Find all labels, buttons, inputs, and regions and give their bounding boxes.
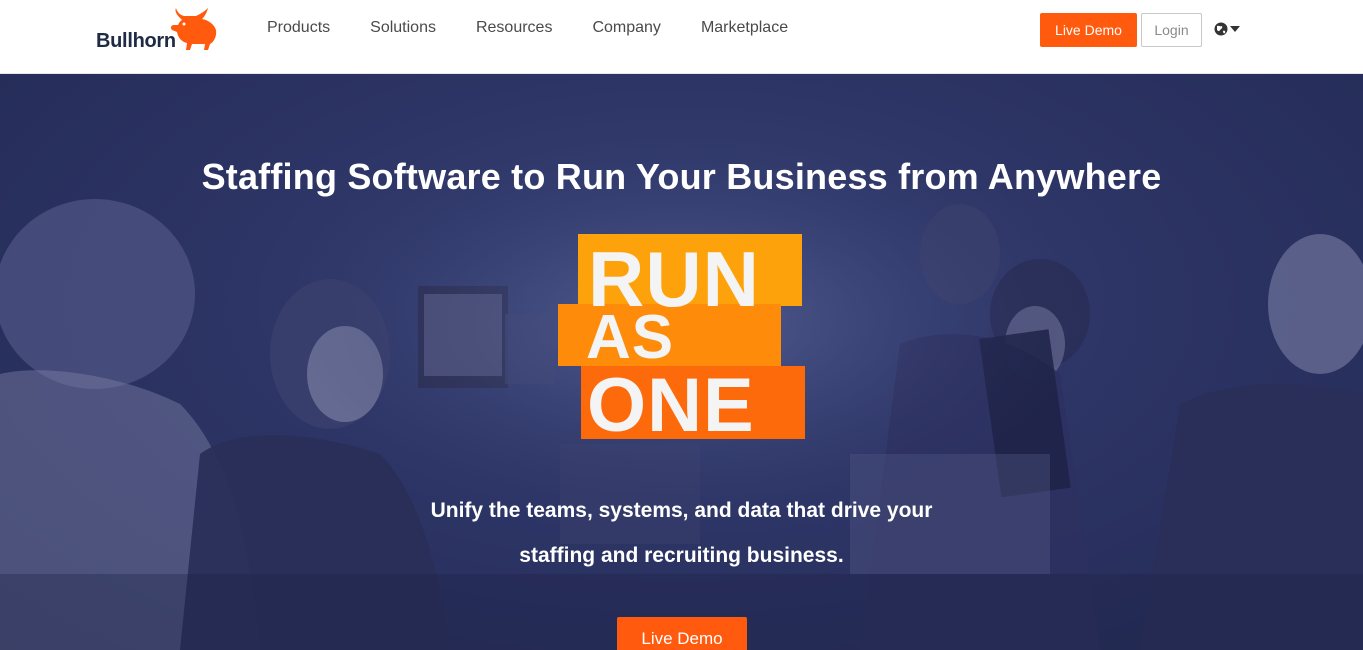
nav-item-solutions[interactable]: Solutions — [370, 19, 436, 37]
nav-item-resources[interactable]: Resources — [476, 19, 552, 37]
hero-title: Staffing Software to Run Your Business f… — [201, 156, 1162, 197]
hero-live-demo-button[interactable]: Live Demo — [617, 617, 747, 650]
nav-item-products[interactable]: Products — [267, 19, 330, 37]
chevron-down-icon — [1230, 26, 1240, 32]
nav-item-company[interactable]: Company — [592, 19, 660, 37]
bull-icon — [170, 8, 217, 50]
nav-item-marketplace[interactable]: Marketplace — [701, 19, 788, 37]
hero-subtitle-line2: staffing and recruiting business. — [519, 544, 844, 567]
live-demo-button[interactable]: Live Demo — [1040, 13, 1137, 47]
login-button[interactable]: Login — [1141, 13, 1202, 47]
main-nav: Products Solutions Resources Company Mar… — [267, 0, 828, 56]
hero-subtitle-line1: Unify the teams, systems, and data that … — [430, 499, 933, 522]
language-selector[interactable] — [1213, 20, 1243, 38]
tagline-one: ONE — [587, 363, 755, 448]
hero-section: Staffing Software to Run Your Business f… — [0, 74, 1363, 650]
site-header: Bullhorn Products Solutions Resources Co… — [0, 0, 1363, 74]
bullhorn-logo[interactable]: Bullhorn — [96, 6, 222, 56]
tagline-as: AS — [586, 303, 675, 372]
